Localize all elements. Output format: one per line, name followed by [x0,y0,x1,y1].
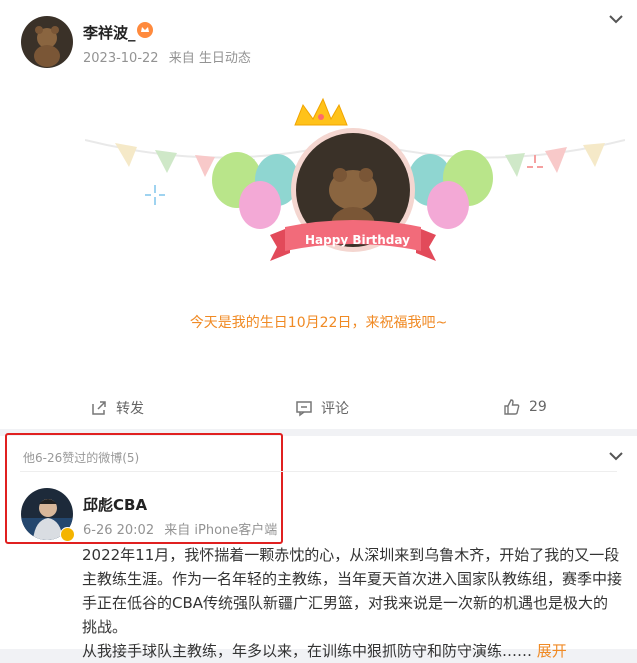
post-meta: 6-26 20:02 来自 iPhone客户端 [83,519,277,538]
post-source: 来自 iPhone客户端 [164,523,278,538]
author-avatar[interactable] [21,16,73,68]
member-crown-icon [137,22,153,42]
share-icon [92,401,106,415]
post-body-text: 2022年11月，我怀揣着一颗赤忱的心，从深圳来到乌鲁木齐，开始了我的又一段主教… [82,546,623,636]
comment-label: 评论 [321,401,349,417]
chevron-down-icon[interactable] [609,451,623,461]
thumbs-up-icon [504,399,520,415]
author-name[interactable]: 李祥波_ [83,22,136,43]
verified-badge-icon [60,527,75,542]
liked-section-title: 他6-26赞过的微博(5) [23,451,140,465]
repost-button[interactable]: 转发 [90,398,144,418]
post-body: 2022年11月，我怀揣着一颗赤忱的心，从深圳来到乌鲁木齐，开始了我的又一段主教… [82,543,622,663]
expand-link[interactable]: 展开 [537,642,567,660]
author-name[interactable]: 邱彪CBA [83,494,147,515]
chevron-down-icon[interactable] [609,14,623,24]
post-source: 来自 生日动态 [168,51,251,66]
post-date[interactable]: 6-26 20:02 [83,523,154,538]
banner-ribbon-text: Happy Birthday [305,233,410,247]
post-body-cut: 从我接手球队主教练，年多以来，在训练中狠抓防守和防守演练…… [82,642,533,660]
repost-label: 转发 [116,401,144,417]
like-count: 29 [529,399,547,415]
post-meta: 2023-10-22 来自 生日动态 [83,47,251,66]
post-card-1: 李祥波_ 2023-10-22 来自 生日动态 Happy Birthday 今… [0,0,637,429]
birthday-greeting: 今天是我的生日10月22日，来祝福我吧~ [189,315,448,331]
comment-button[interactable]: 评论 [295,398,349,418]
comment-icon [296,401,312,417]
divider [20,471,617,472]
post-date[interactable]: 2023-10-22 [83,51,159,66]
like-button[interactable]: 29 [503,398,547,416]
birthday-banner [85,97,625,261]
